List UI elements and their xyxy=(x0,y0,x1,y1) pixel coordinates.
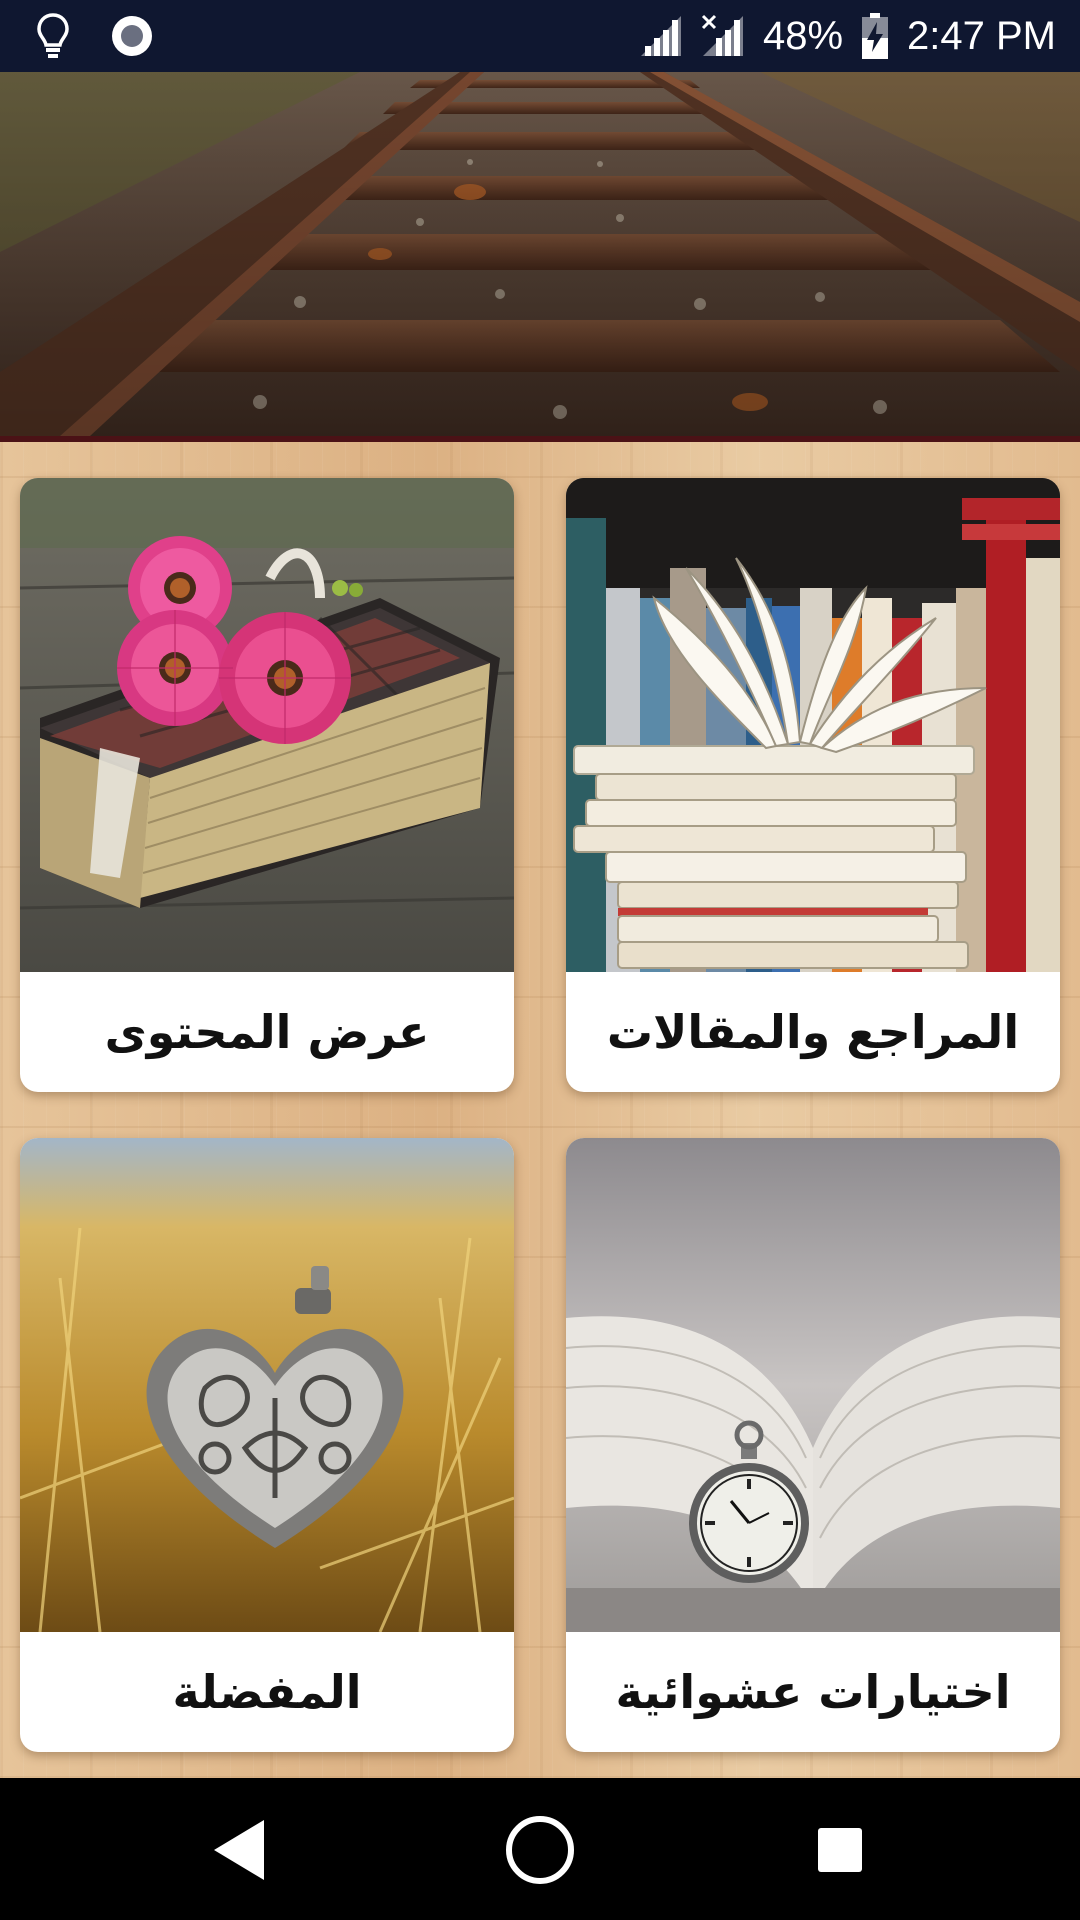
view-content-label: عرض المحتوى xyxy=(104,1005,430,1059)
railway-tracks-image xyxy=(0,72,1080,436)
favorites-label: المفضلة xyxy=(172,1665,362,1719)
lightbulb-icon xyxy=(36,12,70,60)
home-button[interactable] xyxy=(498,1808,582,1892)
battery-percent: 48% xyxy=(762,13,844,58)
status-right-icons: 48% 2:47 PM xyxy=(639,0,1056,72)
stacked-books-image xyxy=(566,478,1060,972)
back-button[interactable] xyxy=(198,1808,282,1892)
navigation-bar xyxy=(0,1778,1080,1920)
random-picks-card[interactable]: اختيارات عشوائية xyxy=(566,1138,1060,1752)
view-content-card[interactable]: عرض المحتوى xyxy=(20,478,514,1092)
references-articles-card[interactable]: المراجع والمقالات xyxy=(566,478,1060,1092)
status-left-icons xyxy=(36,12,154,60)
battery-charging-icon xyxy=(861,12,889,60)
recents-button[interactable] xyxy=(798,1808,882,1892)
home-icon xyxy=(504,1814,576,1886)
random-picks-label: اختيارات عشوائية xyxy=(615,1665,1011,1719)
references-articles-label: المراجع والمقالات xyxy=(606,1005,1020,1059)
signal-icon xyxy=(639,14,683,58)
clock: 2:47 PM xyxy=(907,13,1056,58)
favorites-card[interactable]: المفضلة xyxy=(20,1138,514,1752)
signal-no-data-icon xyxy=(701,14,745,58)
record-icon xyxy=(110,14,154,58)
recents-icon xyxy=(816,1826,864,1874)
status-bar: 48% 2:47 PM xyxy=(0,0,1080,72)
book-with-pocket-watch-image xyxy=(566,1138,1060,1632)
book-with-flowers-image xyxy=(20,478,514,972)
back-icon xyxy=(210,1818,270,1882)
heart-locket-image xyxy=(20,1138,514,1632)
menu-grid: المراجع والمقالات عرض المحتوى اختيارات ع… xyxy=(0,442,1080,1778)
